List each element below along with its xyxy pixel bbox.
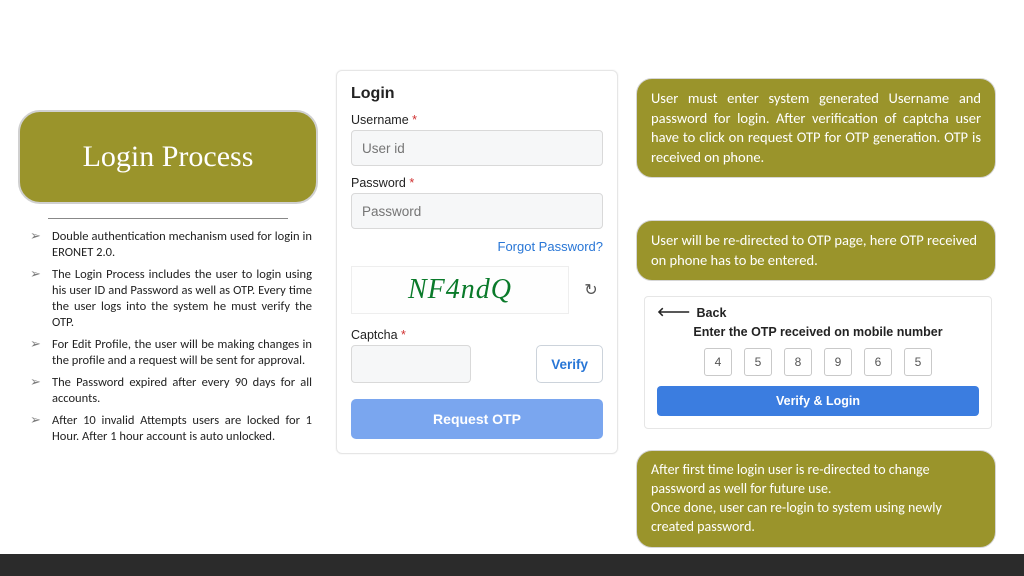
forgot-password-link[interactable]: Forgot Password?: [351, 239, 603, 254]
otp-message: Enter the OTP received on mobile number: [681, 324, 955, 340]
otp-card: 🡐 Back Enter the OTP received on mobile …: [644, 296, 992, 429]
otp-digit-input[interactable]: 8: [784, 348, 812, 376]
verify-button[interactable]: Verify: [536, 345, 603, 383]
bullet-list: Double authentication mechanism used for…: [18, 229, 318, 445]
refresh-icon[interactable]: ↻: [579, 278, 603, 302]
username-label: Username *: [351, 113, 603, 127]
note-change-password: After first time login user is re-direct…: [636, 450, 996, 548]
otp-digit-input[interactable]: 4: [704, 348, 732, 376]
login-form: Login Username * Password * Forgot Passw…: [336, 70, 618, 454]
password-input[interactable]: [351, 193, 603, 229]
captcha-label: Captcha *: [351, 328, 603, 342]
otp-digit-input[interactable]: 9: [824, 348, 852, 376]
arrow-left-icon: 🡐: [657, 305, 691, 320]
password-label: Password *: [351, 176, 603, 190]
bottom-bar: [0, 554, 1024, 576]
note-otp-redirect: User will be re-directed to OTP page, he…: [636, 220, 996, 281]
back-button[interactable]: 🡐 Back: [657, 305, 979, 320]
username-input[interactable]: [351, 130, 603, 166]
back-label: Back: [697, 306, 727, 320]
bullet-item: After 10 invalid Attempts users are lock…: [52, 413, 318, 445]
bullet-item: The Login Process includes the user to l…: [52, 267, 318, 331]
title-divider: [48, 218, 288, 219]
otp-digit-input[interactable]: 5: [904, 348, 932, 376]
otp-digit-row: 4 5 8 9 6 5: [657, 348, 979, 376]
bullet-item: The Password expired after every 90 days…: [52, 375, 318, 407]
otp-digit-input[interactable]: 6: [864, 348, 892, 376]
request-otp-button[interactable]: Request OTP: [351, 399, 603, 439]
otp-digit-input[interactable]: 5: [744, 348, 772, 376]
bullet-item: For Edit Profile, the user will be makin…: [52, 337, 318, 369]
captcha-image: NF4ndQ: [351, 266, 569, 314]
bullet-item: Double authentication mechanism used for…: [52, 229, 318, 261]
login-heading: Login: [351, 85, 603, 103]
verify-login-button[interactable]: Verify & Login: [657, 386, 979, 416]
note-login-instructions: User must enter system generated Usernam…: [636, 78, 996, 178]
page-title: Login Process: [18, 110, 318, 204]
captcha-input[interactable]: [351, 345, 471, 383]
